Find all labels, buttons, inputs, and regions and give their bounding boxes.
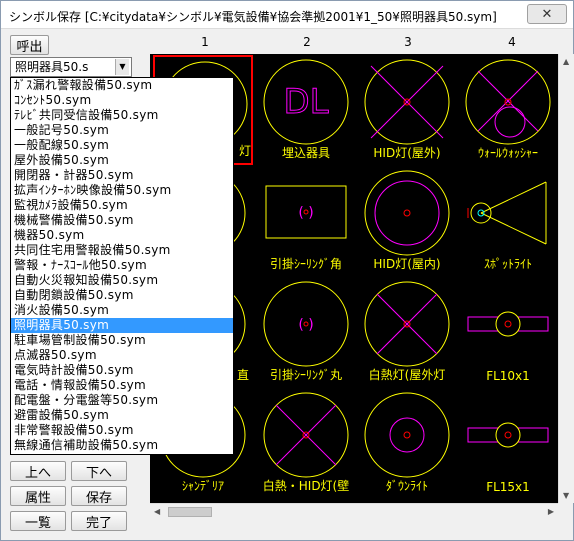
call-button[interactable]: 呼出: [10, 35, 49, 55]
symbol-label: HID灯(屋外): [373, 146, 441, 160]
dropdown-item[interactable]: 避雷設備50.sym: [11, 408, 233, 423]
symbol-cell-r2c4[interactable]: ｽﾎﾟｯﾄﾗｲﾄ: [458, 166, 558, 276]
dropdown-item[interactable]: 非常警報設備50.sym: [11, 423, 233, 438]
dropdown-item[interactable]: 自動閉鎖設備50.sym: [11, 288, 233, 303]
scroll-thumb[interactable]: [168, 507, 212, 517]
dropdown-item[interactable]: 駐車場管制設備50.sym: [11, 333, 233, 348]
column-header-2: 2: [303, 35, 311, 49]
scroll-down-icon[interactable]: ▼: [563, 491, 569, 500]
symbol-label: ｼｬﾝﾃﾞﾘｱ: [181, 479, 224, 493]
dropdown-item[interactable]: 自動火災報知設備50.sym: [11, 273, 233, 288]
vertical-scrollbar[interactable]: ▲ ▼: [558, 54, 574, 503]
dropdown-item[interactable]: 機器50.sym: [11, 228, 233, 243]
symbol-label: 埋込器具: [281, 146, 330, 160]
symbol-cell-r1c4[interactable]: ｳｫｰﾙｳｫｯｼｬｰ: [458, 55, 558, 165]
dropdown-item[interactable]: 電気時計設備50.sym: [11, 363, 233, 378]
symbol-label: ｽﾎﾟｯﾄﾗｲﾄ: [483, 257, 532, 271]
close-icon: ✕: [541, 6, 553, 22]
dropdown-item[interactable]: 監視ｶﾒﾗ設備50.sym: [11, 198, 233, 213]
symbol-cell-r3c2[interactable]: ( ) 引掛ｼｰﾘﾝｸﾞ丸: [256, 277, 356, 387]
dropdown-item[interactable]: ｺﾝｾﾝﾄ50.sym: [11, 93, 233, 108]
symbol-cell-r1c2[interactable]: DL 埋込器具: [256, 55, 356, 165]
list-button[interactable]: 一覧: [10, 511, 66, 531]
symbol-label: ｳｫｰﾙｳｫｯｼｬｰ: [477, 146, 538, 160]
symbol-cell-r4c3[interactable]: ﾀﾞｳﾝﾗｲﾄ: [357, 388, 457, 498]
save-button[interactable]: 保存: [71, 486, 127, 506]
symbol-label: 引掛ｼｰﾘﾝｸﾞ丸: [269, 368, 342, 382]
symbol-label: 白熱灯(屋外灯: [368, 368, 446, 382]
dropdown-item[interactable]: 一般配線50.sym: [11, 138, 233, 153]
symbol-label: HID灯(屋内): [373, 257, 441, 271]
dl-text: DL: [283, 82, 328, 122]
symbol-file-dropdown[interactable]: ｶﾞｽ漏れ警報設備50.sym ｺﾝｾﾝﾄ50.sym ﾃﾚﾋﾞ共同受信設備50.s…: [10, 77, 234, 455]
dropdown-item[interactable]: 無線通信補助設備50.sym: [11, 438, 233, 453]
symbol-cell-r3c3[interactable]: 白熱灯(屋外灯: [357, 277, 457, 387]
dropdown-item[interactable]: ｶﾞｽ漏れ警報設備50.sym: [11, 78, 233, 93]
down-button[interactable]: 下へ: [71, 461, 127, 481]
column-header-4: 4: [508, 35, 516, 49]
symbol-cell-r2c3[interactable]: HID灯(屋内): [357, 166, 457, 276]
symbol-cell-r4c2[interactable]: 白熱・HID灯(壁: [256, 388, 356, 498]
dropdown-item[interactable]: 機械警備設備50.sym: [11, 213, 233, 228]
symbol-label: 引掛ｼｰﾘﾝｸﾞ角: [269, 257, 342, 271]
scroll-right-icon[interactable]: ▶: [548, 507, 554, 516]
symbol-file-combo[interactable]: 照明器具50.s ▼: [10, 57, 132, 77]
chevron-down-icon[interactable]: ▼: [115, 59, 129, 75]
symbol-cell-r3c4[interactable]: FL10x1: [458, 277, 558, 387]
dropdown-item[interactable]: 電話・情報設備50.sym: [11, 378, 233, 393]
combo-value: 照明器具50.s: [15, 60, 89, 74]
symbol-cell-r1c3[interactable]: HID灯(屋外): [357, 55, 457, 165]
dropdown-item[interactable]: 警報・ﾅｰｽｺｰﾙ他50.sym: [11, 258, 233, 273]
symbol-label: FL10x1: [486, 369, 530, 383]
title-bar: シンボル保存 [C:¥citydata¥シンボル¥電気設備¥協会準拠2001¥1…: [1, 1, 573, 29]
symbol-save-window: シンボル保存 [C:¥citydata¥シンボル¥電気設備¥協会準拠2001¥1…: [0, 0, 574, 541]
dropdown-item[interactable]: 照明器具50.sym: [11, 318, 233, 333]
dropdown-item[interactable]: 一般記号50.sym: [11, 123, 233, 138]
up-button[interactable]: 上へ: [10, 461, 66, 481]
dropdown-item[interactable]: 消火設備50.sym: [11, 303, 233, 318]
dropdown-item[interactable]: 配電盤・分電盤等50.sym: [11, 393, 233, 408]
done-button[interactable]: 完了: [71, 511, 127, 531]
symbol-label: 白熱・HID灯(壁: [262, 479, 350, 493]
dropdown-item[interactable]: 屋外設備50.sym: [11, 153, 233, 168]
column-header-1: 1: [201, 35, 209, 49]
dropdown-item[interactable]: 点滅器50.sym: [11, 348, 233, 363]
close-button[interactable]: ✕: [527, 4, 567, 24]
scroll-up-icon[interactable]: ▲: [563, 57, 569, 66]
column-header-3: 3: [404, 35, 412, 49]
dropdown-item[interactable]: ﾃﾚﾋﾞ共同受信設備50.sym: [11, 108, 233, 123]
window-title: シンボル保存 [C:¥citydata¥シンボル¥電気設備¥協会準拠2001¥1…: [9, 10, 497, 24]
symbol-label: FL15x1: [486, 480, 530, 494]
dropdown-item[interactable]: 共同住宅用警報設備50.sym: [11, 243, 233, 258]
dropdown-item[interactable]: 拡声ｲﾝﾀｰﾎﾝ映像設備50.sym: [11, 183, 233, 198]
scroll-left-icon[interactable]: ◀: [154, 507, 160, 516]
symbol-cell-r4c4[interactable]: FL15x1: [458, 388, 558, 498]
attribute-button[interactable]: 属性: [10, 486, 66, 506]
dropdown-item[interactable]: 開閉器・計器50.sym: [11, 168, 233, 183]
paren-text: ( ): [298, 317, 313, 333]
horizontal-scrollbar[interactable]: ◀ ▶: [150, 503, 558, 520]
symbol-label: ﾀﾞｳﾝﾗｲﾄ: [385, 479, 428, 493]
paren-text: ( ): [298, 205, 313, 221]
symbol-cell-r2c2[interactable]: ( ) 引掛ｼｰﾘﾝｸﾞ角: [256, 166, 356, 276]
